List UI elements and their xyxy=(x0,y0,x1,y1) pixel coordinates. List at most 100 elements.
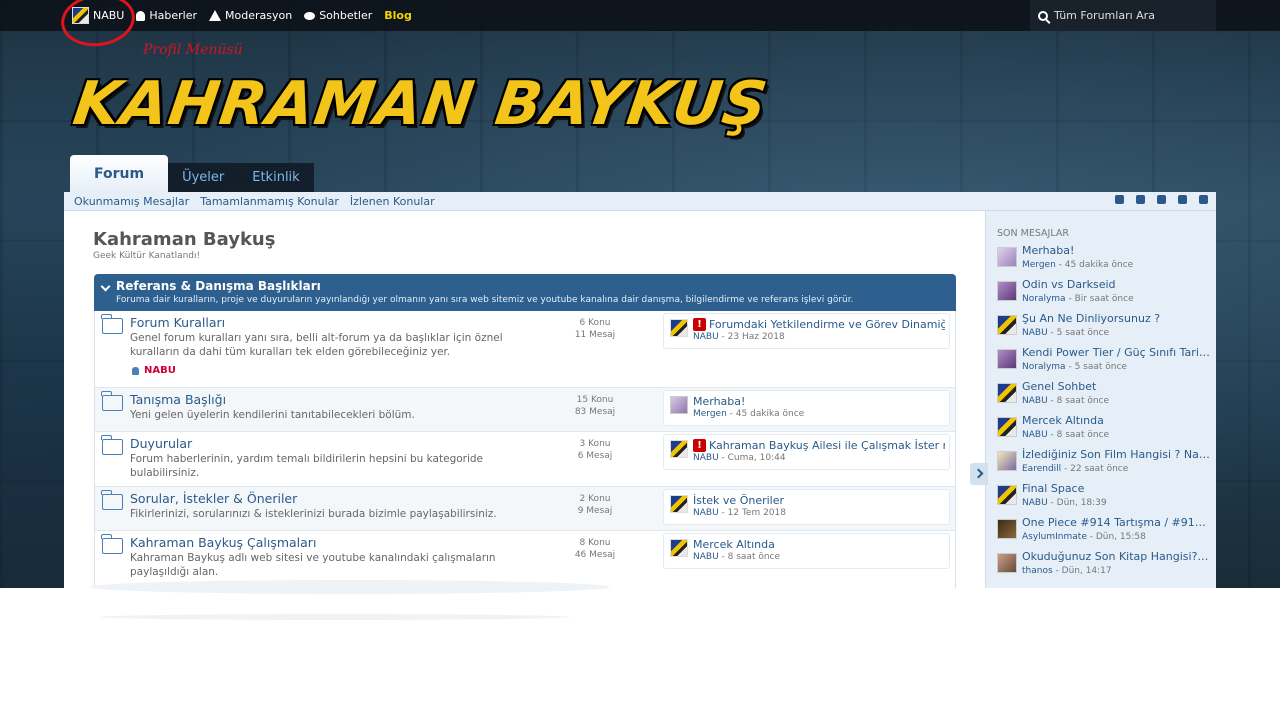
page-title: Kahraman Baykuş xyxy=(93,229,276,250)
recent-post-title[interactable]: Odin vs Darkseid xyxy=(1022,278,1211,291)
forum-stats: 15 Konu 83 Mesaj xyxy=(565,394,625,418)
recent-post-title[interactable]: Şu An Ne Dinliyorsunuz ? xyxy=(1022,312,1211,325)
watched-threads-link[interactable]: İzlenen Konular xyxy=(350,195,435,208)
last-post-user[interactable]: NABU xyxy=(693,332,719,342)
forum-title[interactable]: Sorular, İstekler & Öneriler xyxy=(130,491,297,506)
last-post-meta: NABU - 8 saat önce xyxy=(693,552,781,562)
avatar[interactable] xyxy=(670,539,688,557)
sitemap-icon[interactable] xyxy=(1178,195,1187,204)
recent-post-user[interactable]: thanos xyxy=(1022,566,1053,576)
last-post-title-link[interactable]: Mercek Altında xyxy=(693,538,945,551)
recent-post-user[interactable]: Noralyma xyxy=(1022,362,1066,372)
category-header[interactable]: Referans & Danışma Başlıkları Foruma dai… xyxy=(94,274,956,311)
sidebar-title: SON MESAJLAR xyxy=(997,228,1069,239)
forum-title[interactable]: Forum Kuralları xyxy=(130,315,225,330)
recent-post-title[interactable]: İzlediğiniz Son Film Hangisi ? Nasıl ... xyxy=(1022,448,1211,461)
last-post-title-link[interactable]: ! Forumdaki Yetkilendirme ve Görev Dinami… xyxy=(693,318,945,331)
recent-post-title[interactable]: Genel Sohbet xyxy=(1022,380,1211,393)
avatar[interactable] xyxy=(997,485,1017,505)
recent-post-title[interactable]: Final Space xyxy=(1022,482,1211,495)
topic-count: 8 Konu xyxy=(579,538,611,548)
checkmark-icon[interactable] xyxy=(1136,195,1145,204)
tab-forum[interactable]: Forum xyxy=(70,155,169,192)
forum-stats: 8 Konu 46 Mesaj xyxy=(565,537,625,561)
unread-posts-link[interactable]: Okunmamış Mesajlar xyxy=(74,195,189,208)
conversations-label: Sohbetler xyxy=(319,9,373,22)
last-post-title: Forumdaki Yetkilendirme ve Görev Dinamiğ… xyxy=(709,318,945,331)
sidebar-collapse-button[interactable] xyxy=(970,463,988,485)
rss-icon[interactable] xyxy=(1157,195,1166,204)
avatar[interactable] xyxy=(670,396,688,414)
last-post-title: Kahraman Baykuş Ailesi ile Çalışmak İste… xyxy=(709,439,945,452)
avatar[interactable] xyxy=(670,440,688,458)
last-post-user[interactable]: NABU xyxy=(693,552,719,562)
last-post-user[interactable]: Mergen xyxy=(693,409,727,419)
last-post: ! Kahraman Baykuş Ailesi ile Çalışmak İst… xyxy=(663,434,950,470)
arrow-down-icon[interactable] xyxy=(1199,195,1208,204)
recent-post-time: 8 saat önce xyxy=(1056,430,1110,440)
search-forums-button[interactable]: Tüm Forumları Ara xyxy=(1030,0,1216,31)
moderation-link[interactable]: Moderasyon xyxy=(209,9,292,22)
last-post-time: 12 Tem 2018 xyxy=(727,508,786,518)
search-icon xyxy=(1038,10,1048,21)
recent-post-meta: Noralyma - 5 saat önce xyxy=(1022,362,1127,372)
last-post-title-link[interactable]: İstek ve Öneriler xyxy=(693,494,945,507)
avatar[interactable] xyxy=(997,247,1017,267)
recent-post-user[interactable]: NABU xyxy=(1022,498,1048,508)
tab-activity[interactable]: Etkinlik xyxy=(238,163,314,192)
last-post-user[interactable]: NABU xyxy=(693,453,719,463)
recent-post-title[interactable]: One Piece #914 Tartışma / #915 Ö... xyxy=(1022,516,1211,529)
blog-link[interactable]: Blog xyxy=(384,9,412,22)
last-post-user[interactable]: NABU xyxy=(693,508,719,518)
alert-icon: ! xyxy=(693,318,706,331)
forum-moderator[interactable]: NABU xyxy=(132,365,176,376)
avatar[interactable] xyxy=(997,349,1017,369)
moderation-label: Moderasyon xyxy=(225,9,293,22)
avatar[interactable] xyxy=(997,553,1017,573)
recent-post-title[interactable]: Mercek Altında xyxy=(1022,414,1211,427)
conversations-link[interactable]: Sohbetler xyxy=(304,9,372,22)
topic-count: 6 Konu xyxy=(579,318,611,328)
forum-title[interactable]: Kahraman Baykuş Çalışmaları xyxy=(130,535,316,550)
recent-post-user[interactable]: AsylumInmate xyxy=(1022,532,1087,542)
avatar[interactable] xyxy=(997,519,1017,539)
recent-post-time: Dün, 14:17 xyxy=(1061,566,1112,576)
avatar[interactable] xyxy=(997,281,1017,301)
incomplete-threads-link[interactable]: Tamamlanmamış Konular xyxy=(200,195,339,208)
recent-post-meta: thanos - Dün, 14:17 xyxy=(1022,566,1112,576)
recent-post-time: Bir saat önce xyxy=(1074,294,1134,304)
avatar[interactable] xyxy=(670,495,688,513)
avatar[interactable] xyxy=(997,383,1017,403)
last-post-title: Merhaba! xyxy=(693,395,746,408)
forum-row: Duyurular Forum haberlerinin, yardım tem… xyxy=(95,432,955,487)
forum-title[interactable]: Duyurular xyxy=(130,436,192,451)
recent-post-title[interactable]: Okuduğunuz Son Kitap Hangisi? Na... xyxy=(1022,550,1211,563)
avatar[interactable] xyxy=(997,315,1017,335)
last-post-time: 23 Haz 2018 xyxy=(727,332,785,342)
avatar[interactable] xyxy=(670,319,688,337)
tab-members[interactable]: Üyeler xyxy=(168,163,239,192)
recent-post-user[interactable]: Noralyma xyxy=(1022,294,1066,304)
forum-description: Fikirlerinizi, sorularınızı & isteklerin… xyxy=(130,508,497,520)
site-logo[interactable]: KAHRAMAN BAYKUŞ xyxy=(68,64,772,144)
avatar[interactable] xyxy=(997,451,1017,471)
recent-post-user[interactable]: NABU xyxy=(1022,396,1048,406)
avatar[interactable] xyxy=(997,417,1017,437)
forum-description: Kahraman Baykuş adlı web sitesi ve youtu… xyxy=(130,552,496,578)
last-post-title-link[interactable]: ! Kahraman Baykuş Ailesi ile Çalışmak İst… xyxy=(693,439,945,452)
recent-post-user[interactable]: NABU xyxy=(1022,430,1048,440)
forum-title[interactable]: Tanışma Başlığı xyxy=(130,392,226,407)
recent-post-title[interactable]: Kendi Power Tier / Güç Sınıfı Tarif... xyxy=(1022,346,1211,359)
eye-icon[interactable] xyxy=(1115,195,1124,204)
recent-post-user[interactable]: Mergen xyxy=(1022,260,1056,270)
last-post-title-link[interactable]: Merhaba! xyxy=(693,395,945,408)
category-title[interactable]: Referans & Danışma Başlıkları xyxy=(116,279,321,293)
category-description: Foruma dair kuralların, proje ve duyurul… xyxy=(116,295,854,305)
last-post-title: İstek ve Öneriler xyxy=(693,494,785,507)
recent-post-user[interactable]: NABU xyxy=(1022,328,1048,338)
recent-post-title[interactable]: Merhaba! xyxy=(1022,244,1211,257)
post-count: 46 Mesaj xyxy=(574,550,616,560)
news-link[interactable]: Haberler xyxy=(136,9,197,22)
recent-post-user[interactable]: Earendill xyxy=(1022,464,1061,474)
chevron-down-icon[interactable] xyxy=(100,281,111,292)
